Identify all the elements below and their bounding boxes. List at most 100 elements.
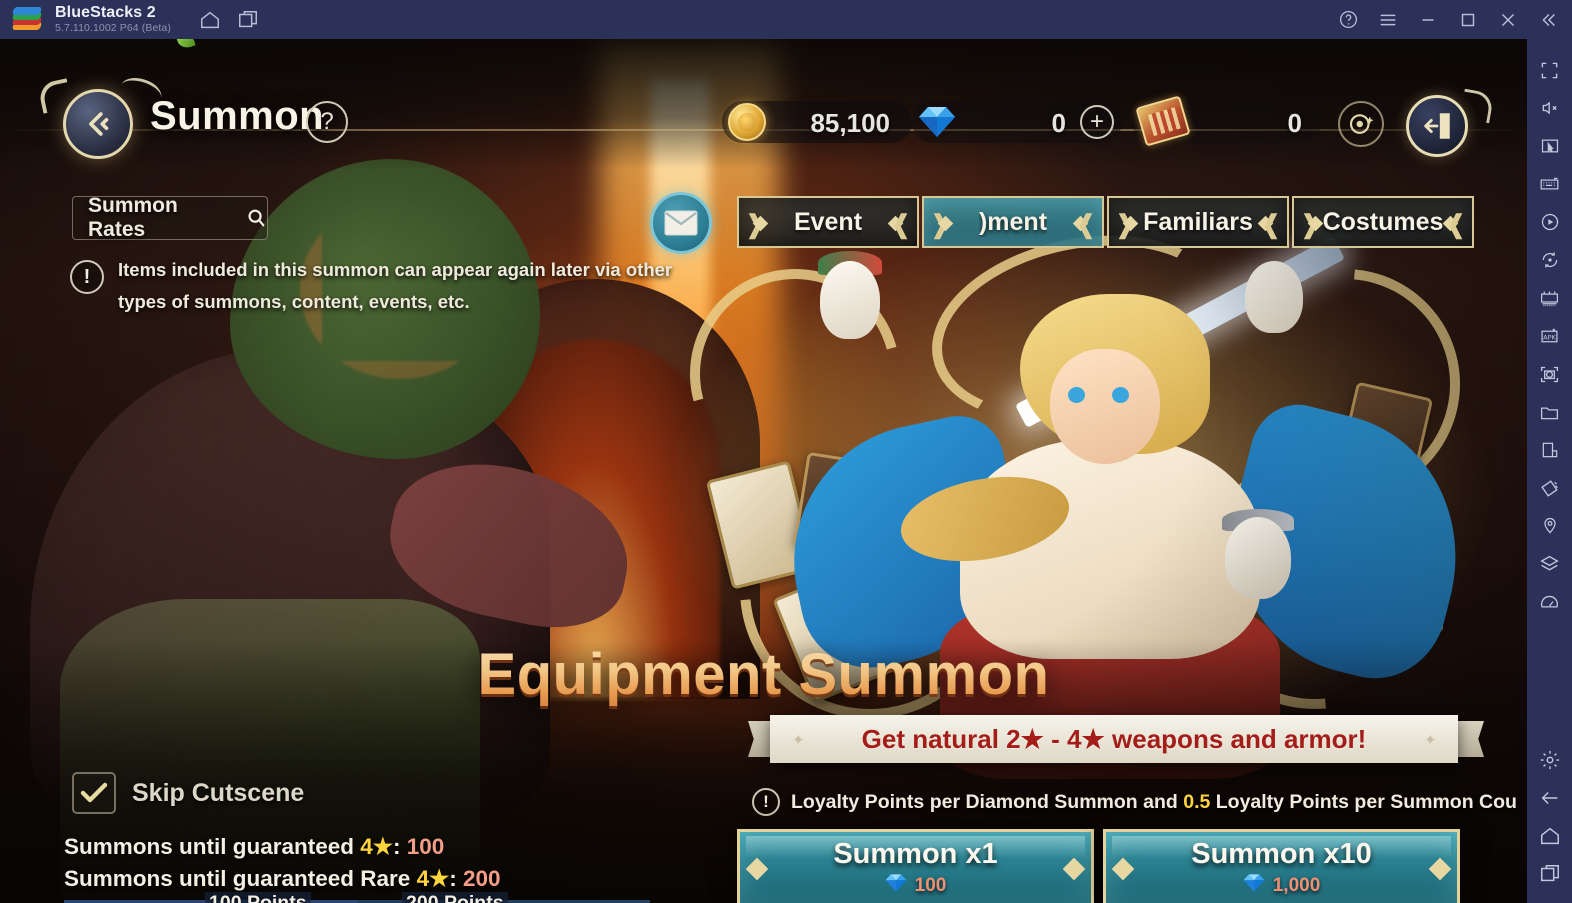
summon-notice: ! Items included in this summon can appe…	[70, 254, 690, 318]
tab-costumes[interactable]: ❱ Costumes ❰	[1292, 196, 1474, 248]
gold-value: 85,100	[810, 108, 890, 138]
tab-equipment[interactable]: ❱ )ment ❰	[922, 196, 1104, 248]
ribbon-prefix: Get natural 2	[861, 723, 1021, 754]
exit-button[interactable]	[1406, 95, 1468, 157]
summon-x10-button[interactable]: Summon x10 1,000	[1103, 829, 1460, 903]
recent-apps-icon[interactable]	[1527, 855, 1572, 893]
svg-text:APK: APK	[1543, 333, 1556, 341]
titlebar-left-icons	[191, 1, 267, 39]
tab-familiars-label: Familiars	[1143, 207, 1253, 236]
layers-icon[interactable]	[1527, 545, 1572, 583]
envelope-icon	[664, 210, 698, 236]
guarantee-2-sep: :	[449, 866, 463, 891]
star-icon: ★	[372, 834, 393, 859]
chevron-right-icon: ❰	[1075, 209, 1097, 239]
folder-icon[interactable]	[1527, 393, 1572, 431]
loyalty-points-note: ! Loyalty Points per Diamond Summon and …	[752, 787, 1527, 817]
hero-face	[1050, 349, 1160, 464]
install-apk-icon[interactable]: APK	[1527, 317, 1572, 355]
button-sheen	[1112, 836, 1451, 858]
summon-x1-button[interactable]: Summon x1 100	[737, 829, 1094, 903]
hero-eye	[1112, 387, 1129, 403]
diamond-icon	[1243, 873, 1265, 898]
close-icon[interactable]	[1488, 0, 1528, 39]
add-diamond-button[interactable]: +	[1080, 105, 1114, 139]
back-button[interactable]	[63, 89, 133, 159]
bluestacks-sidebar: APK	[1527, 39, 1572, 903]
hamburger-menu-icon[interactable]	[1368, 0, 1408, 39]
skip-cutscene-checkbox[interactable]	[72, 772, 116, 814]
exclamation-icon: !	[752, 788, 780, 816]
summon-notice-text: Items included in this summon can appear…	[118, 259, 673, 312]
mascot	[1225, 517, 1291, 599]
star-icon: ★	[429, 866, 450, 891]
cursor-screen-icon[interactable]	[1527, 127, 1572, 165]
help-icon[interactable]	[1328, 0, 1368, 39]
back-arrow-icon[interactable]	[1527, 779, 1572, 817]
chevron-right-icon: ❰	[1445, 209, 1467, 239]
back-arrow-icon	[89, 112, 109, 136]
button-sheen	[746, 836, 1085, 858]
fullscreen-icon[interactable]	[1527, 51, 1572, 89]
titlebar-right-icons	[1328, 0, 1568, 39]
keyboard-icon[interactable]	[1527, 165, 1572, 203]
android-home-icon[interactable]	[1527, 817, 1572, 855]
multi-instance-icon[interactable]	[229, 1, 267, 39]
summon-category-tabs: ❱ Event ❰ ❱ )ment ❰ ❱ Familiars ❰	[737, 196, 1477, 248]
home-icon[interactable]	[191, 1, 229, 39]
tab-event[interactable]: ❱ Event ❰	[737, 196, 919, 248]
loyalty-highlight: 0.5	[1183, 790, 1211, 813]
screenshot-icon[interactable]	[1527, 355, 1572, 393]
loyalty-prefix: Loyalty Points per Diamond Summon and	[791, 790, 1184, 813]
screen-root: BlueStacks 2 5.7.110.1002 P64 (Beta) APK…	[0, 0, 1572, 903]
app-name: BlueStacks 2	[55, 3, 156, 21]
summon-rates-button[interactable]: Summon Rates	[72, 194, 268, 241]
tab-equipment-label: )ment	[978, 207, 1048, 236]
guarantee-1-value: 100	[406, 834, 445, 859]
tab-event-label: Event	[793, 207, 863, 236]
ribbon-dot-left: ✦	[792, 732, 805, 749]
game-viewport: Summon ? 85,100 0 + 0 Summon Rates ! Ite…	[0, 39, 1527, 903]
guarantee-line-2: Summons until guaranteed Rare 4★: 200	[64, 866, 501, 892]
star-icon: ★	[1081, 723, 1105, 754]
game-header: Summon ? 85,100 0 + 0	[0, 39, 1527, 159]
summon-x10-cost: 1,000	[1243, 873, 1320, 898]
guarantee-1-prefix: Summons until guaranteed	[64, 834, 361, 859]
tab-familiars[interactable]: ❱ Familiars ❰	[1107, 196, 1289, 248]
summon-rates-label: Summon Rates	[88, 194, 178, 241]
mascot	[820, 261, 880, 339]
guarantee-2-value: 200	[463, 866, 501, 891]
star-icon: ★	[1020, 723, 1044, 754]
guarantee-1-sep: :	[392, 834, 407, 859]
guarantee-line-1: Summons until guaranteed 4★: 100	[64, 834, 444, 860]
app-version: 5.7.110.1002 P64 (Beta)	[55, 22, 171, 35]
guarantee-2-rarity: 4	[416, 866, 430, 891]
rotate-icon[interactable]	[1527, 241, 1572, 279]
banner-subtitle: Get natural 2★ - 4★ weapons and armor!	[862, 724, 1367, 755]
ticket-value: 0	[1287, 108, 1302, 138]
location-icon[interactable]	[1527, 507, 1572, 545]
settings-gear-icon[interactable]	[1527, 741, 1572, 779]
guarantee-2-prefix: Summons until guaranteed Rare	[64, 866, 417, 891]
loyalty-points-text: Loyalty Points per Diamond Summon and 0.…	[791, 791, 1517, 814]
multi-instance-sync-icon[interactable]	[1527, 279, 1572, 317]
minimize-icon[interactable]	[1408, 0, 1448, 39]
exit-door-icon	[1424, 113, 1450, 139]
hero-eye	[1068, 387, 1085, 403]
summon-x1-cost: 100	[885, 873, 947, 898]
gacha-target-icon[interactable]	[1338, 101, 1384, 147]
question-mark-icon[interactable]: ?	[306, 101, 348, 143]
macro-play-icon[interactable]	[1527, 203, 1572, 241]
summon-x1-cost-value: 100	[914, 874, 947, 896]
maximize-icon[interactable]	[1448, 0, 1488, 39]
skip-cutscene-toggle[interactable]: Skip Cutscene	[72, 772, 304, 814]
mail-button[interactable]	[650, 192, 712, 254]
button-diamond-left	[1111, 857, 1135, 881]
performance-icon[interactable]	[1527, 583, 1572, 621]
exclamation-icon: !	[70, 260, 104, 294]
trim-screen-icon[interactable]	[1527, 431, 1572, 469]
collapse-sidebar-icon[interactable]	[1528, 0, 1568, 39]
mute-icon[interactable]	[1527, 89, 1572, 127]
guarantee-1-rarity: 4	[360, 834, 373, 859]
shake-icon[interactable]	[1527, 469, 1572, 507]
